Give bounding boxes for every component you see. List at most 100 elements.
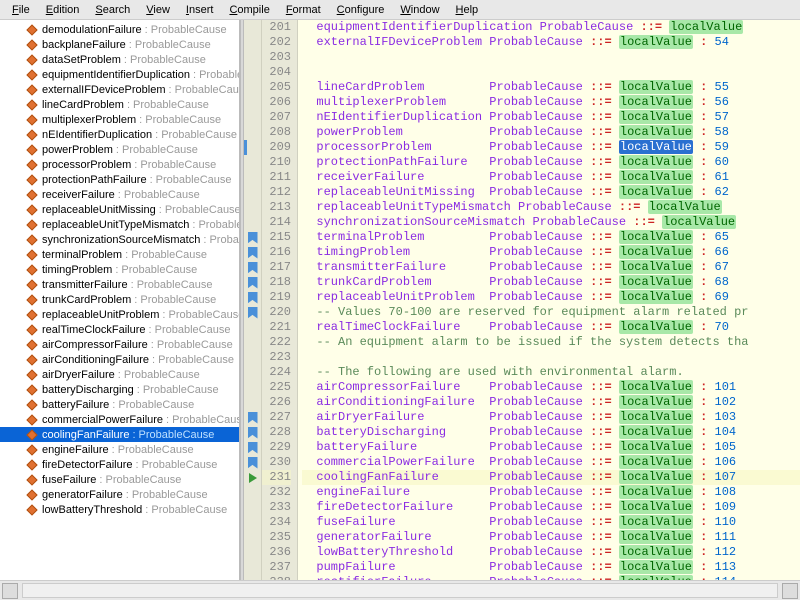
tree-item-powerProblem[interactable]: powerProblem : ProbableCause [0, 142, 239, 157]
tree-item-replaceableUnitProblem[interactable]: replaceableUnitProblem : ProbableCause [0, 307, 239, 322]
tree-item-replaceableUnitTypeMismatch[interactable]: replaceableUnitTypeMismatch : ProbableCa… [0, 217, 239, 232]
gutter-cell[interactable] [244, 35, 261, 50]
tree-item-airConditioningFailure[interactable]: airConditioningFailure : ProbableCause [0, 352, 239, 367]
code-line[interactable]: generatorFailure ProbableCause ::= local… [302, 530, 800, 545]
code-line[interactable]: protectionPathFailure ProbableCause ::= … [302, 155, 800, 170]
ref-localvalue[interactable]: localValue [619, 485, 693, 499]
tree-item-protectionPathFailure[interactable]: protectionPathFailure : ProbableCause [0, 172, 239, 187]
tree-item-dataSetProblem[interactable]: dataSetProblem : ProbableCause [0, 52, 239, 67]
ref-localvalue[interactable]: localValue [619, 560, 693, 574]
ref-localvalue[interactable]: localValue [619, 380, 693, 394]
code-line[interactable]: receiverFailure ProbableCause ::= localV… [302, 170, 800, 185]
menu-view[interactable]: View [138, 2, 178, 18]
tree-item-airCompressorFailure[interactable]: airCompressorFailure : ProbableCause [0, 337, 239, 352]
code-line[interactable]: -- The following are used with environme… [302, 365, 800, 380]
gutter-cell[interactable] [244, 560, 261, 575]
code-line[interactable]: lowBatteryThreshold ProbableCause ::= lo… [302, 545, 800, 560]
code-line[interactable]: batteryFailure ProbableCause ::= localVa… [302, 440, 800, 455]
ref-localvalue[interactable]: localValue [619, 275, 693, 289]
scroll-left-button[interactable] [2, 583, 18, 599]
gutter-cell[interactable] [244, 95, 261, 110]
ref-localvalue[interactable]: localValue [619, 125, 693, 139]
gutter-cell[interactable] [244, 470, 261, 485]
ref-localvalue[interactable]: localValue [619, 290, 693, 304]
gutter-cell[interactable] [244, 170, 261, 185]
gutter-cell[interactable] [244, 350, 261, 365]
ref-localvalue[interactable]: localValue [619, 515, 693, 529]
code-line[interactable]: nEIdentifierDuplication ProbableCause ::… [302, 110, 800, 125]
code-line[interactable]: processorProblem ProbableCause ::= local… [302, 140, 800, 155]
code-editor[interactable]: 2012022032042052062072082092102112122132… [244, 20, 800, 580]
ref-localvalue[interactable]: localValue [619, 185, 693, 199]
code-line[interactable]: transmitterFailure ProbableCause ::= loc… [302, 260, 800, 275]
tree-item-receiverFailure[interactable]: receiverFailure : ProbableCause [0, 187, 239, 202]
gutter-cell[interactable] [244, 155, 261, 170]
tree-item-batteryFailure[interactable]: batteryFailure : ProbableCause [0, 397, 239, 412]
code-line[interactable]: batteryDischarging ProbableCause ::= loc… [302, 425, 800, 440]
code-line[interactable]: multiplexerProblem ProbableCause ::= loc… [302, 95, 800, 110]
gutter-cell[interactable] [244, 275, 261, 290]
outline-sidebar[interactable]: demodulationFailure : ProbableCausebackp… [0, 20, 240, 580]
tree-item-multiplexerProblem[interactable]: multiplexerProblem : ProbableCause [0, 112, 239, 127]
tree-item-replaceableUnitMissing[interactable]: replaceableUnitMissing : ProbableCause [0, 202, 239, 217]
gutter-cell[interactable] [244, 515, 261, 530]
code-line[interactable]: lineCardProblem ProbableCause ::= localV… [302, 80, 800, 95]
ref-localvalue[interactable]: localValue [619, 35, 693, 49]
ref-localvalue[interactable]: localValue [619, 530, 693, 544]
code-line[interactable]: pumpFailure ProbableCause ::= localValue… [302, 560, 800, 575]
code-line[interactable]: engineFailure ProbableCause ::= localVal… [302, 485, 800, 500]
ref-localvalue[interactable]: localValue [619, 140, 693, 154]
ref-localvalue[interactable]: localValue [619, 425, 693, 439]
code-line[interactable]: synchronizationSourceMismatch ProbableCa… [302, 215, 800, 230]
code-line[interactable]: -- An equipment alarm to be issued if th… [302, 335, 800, 350]
ref-localvalue[interactable]: localValue [648, 200, 722, 214]
gutter-cell[interactable] [244, 395, 261, 410]
gutter-cell[interactable] [244, 215, 261, 230]
gutter-cell[interactable] [244, 20, 261, 35]
code-line[interactable]: trunkCardProblem ProbableCause ::= local… [302, 275, 800, 290]
gutter-cell[interactable] [244, 320, 261, 335]
tree-item-trunkCardProblem[interactable]: trunkCardProblem : ProbableCause [0, 292, 239, 307]
tree-item-nEIdentifierDuplication[interactable]: nEIdentifierDuplication : ProbableCause [0, 127, 239, 142]
scroll-right-button[interactable] [782, 583, 798, 599]
ref-localvalue[interactable]: localValue [619, 230, 693, 244]
gutter-cell[interactable] [244, 365, 261, 380]
code-line[interactable]: coolingFanFailure ProbableCause ::= loca… [302, 470, 800, 485]
ref-localvalue[interactable]: localValue [619, 395, 693, 409]
menu-help[interactable]: Help [448, 2, 487, 18]
menu-insert[interactable]: Insert [178, 2, 222, 18]
gutter-cell[interactable] [244, 140, 261, 155]
tree-item-batteryDischarging[interactable]: batteryDischarging : ProbableCause [0, 382, 239, 397]
gutter-cell[interactable] [244, 410, 261, 425]
ref-localvalue[interactable]: localValue [619, 545, 693, 559]
gutter-cell[interactable] [244, 50, 261, 65]
ref-localvalue[interactable]: localValue [619, 470, 693, 484]
ref-localvalue[interactable]: localValue [619, 500, 693, 514]
ref-localvalue[interactable]: localValue [662, 215, 736, 229]
code-line[interactable]: fireDetectorFailure ProbableCause ::= lo… [302, 500, 800, 515]
code-line[interactable]: airCompressorFailure ProbableCause ::= l… [302, 380, 800, 395]
gutter-cell[interactable] [244, 200, 261, 215]
gutter-cell[interactable] [244, 530, 261, 545]
gutter-cell[interactable] [244, 575, 261, 580]
horizontal-scrollbar[interactable] [0, 580, 800, 600]
tree-item-fuseFailure[interactable]: fuseFailure : ProbableCause [0, 472, 239, 487]
ref-localvalue[interactable]: localValue [619, 410, 693, 424]
menu-search[interactable]: Search [87, 2, 138, 18]
ref-localvalue[interactable]: localValue [619, 80, 693, 94]
ref-localvalue[interactable]: localValue [619, 320, 693, 334]
ref-localvalue[interactable]: localValue [619, 155, 693, 169]
menu-format[interactable]: Format [278, 2, 329, 18]
code-line[interactable]: powerProblem ProbableCause ::= localValu… [302, 125, 800, 140]
ref-localvalue[interactable]: localValue [619, 440, 693, 454]
code-line[interactable]: fuseFailure ProbableCause ::= localValue… [302, 515, 800, 530]
code-line[interactable]: equipmentIdentifierDuplication ProbableC… [302, 20, 800, 35]
code-line[interactable]: rectifierFailure ProbableCause ::= local… [302, 575, 800, 580]
code-line[interactable]: airDryerFailure ProbableCause ::= localV… [302, 410, 800, 425]
gutter-cell[interactable] [244, 260, 261, 275]
gutter-cell[interactable] [244, 230, 261, 245]
gutter-cell[interactable] [244, 500, 261, 515]
gutter-cell[interactable] [244, 425, 261, 440]
tree-item-equipmentIdentifierDuplication[interactable]: equipmentIdentifierDuplication : Probabl… [0, 67, 239, 82]
tree-item-processorProblem[interactable]: processorProblem : ProbableCause [0, 157, 239, 172]
